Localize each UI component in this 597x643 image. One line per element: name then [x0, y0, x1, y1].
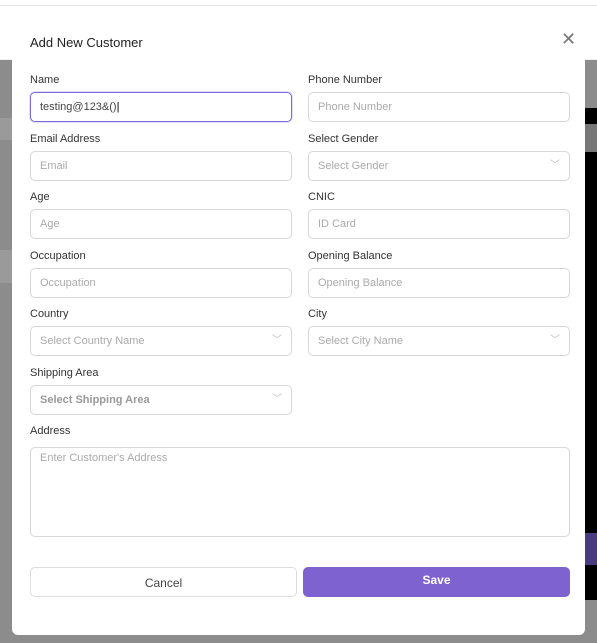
close-icon[interactable]: ✕ [561, 30, 576, 48]
email-label: Email Address [30, 133, 101, 145]
occupation-input[interactable]: Occupation [30, 268, 292, 298]
name-label: Name [30, 74, 60, 86]
name-value: testing@123&() [40, 101, 117, 113]
cnic-label: CNIC [308, 191, 335, 203]
age-field: Age Age [30, 191, 292, 239]
background-purple-block [585, 533, 597, 565]
background-strip [0, 250, 12, 283]
cnic-input[interactable]: ID Card [308, 209, 570, 239]
opening-balance-label: Opening Balance [308, 250, 393, 262]
chevron-down-icon: ﹀ [550, 160, 560, 171]
name-field: Name testing@123&()| [30, 74, 292, 122]
address-field: Address Enter Customer's Address [30, 425, 570, 537]
modal-title: Add New Customer [30, 35, 143, 50]
country-select[interactable]: Select Country Name ﹀ [30, 326, 292, 356]
background-strip [0, 118, 12, 140]
city-placeholder: Select City Name [318, 335, 403, 347]
country-label: Country [30, 308, 69, 320]
save-button[interactable]: Save [303, 567, 570, 597]
name-input[interactable]: testing@123&()| [30, 92, 292, 122]
add-customer-modal: Add New Customer ✕ Name testing@123&()| … [12, 17, 585, 635]
gender-placeholder: Select Gender [318, 160, 389, 172]
header-divider [0, 5, 597, 6]
email-input[interactable]: Email [30, 151, 292, 181]
background-dark-panel [585, 108, 597, 600]
opening-balance-input[interactable]: Opening Balance [308, 268, 570, 298]
cancel-button[interactable]: Cancel [30, 567, 297, 597]
shipping-area-placeholder: Select Shipping Area [40, 394, 150, 406]
cnic-field: CNIC ID Card [308, 191, 570, 239]
address-textarea[interactable]: Enter Customer's Address [30, 447, 570, 537]
country-field: Country Select Country Name ﹀ [30, 308, 292, 356]
country-placeholder: Select Country Name [40, 335, 145, 347]
occupation-field: Occupation Occupation [30, 250, 292, 298]
chevron-down-icon: ﹀ [272, 394, 282, 405]
gender-select[interactable]: Select Gender ﹀ [308, 151, 570, 181]
shipping-area-field: Shipping Area Select Shipping Area ﹀ [30, 367, 292, 415]
shipping-area-select[interactable]: Select Shipping Area ﹀ [30, 385, 292, 415]
opening-balance-field: Opening Balance Opening Balance [308, 250, 570, 298]
age-label: Age [30, 191, 50, 203]
chevron-down-icon: ﹀ [272, 335, 282, 346]
phone-input[interactable]: Phone Number [308, 92, 570, 122]
chevron-down-icon: ﹀ [550, 335, 560, 346]
city-select[interactable]: Select City Name ﹀ [308, 326, 570, 356]
city-field: City Select City Name ﹀ [308, 308, 570, 356]
phone-field: Phone Number Phone Number [308, 74, 570, 122]
shipping-area-label: Shipping Area [30, 367, 99, 379]
age-input[interactable]: Age [30, 209, 292, 239]
email-field: Email Address Email [30, 133, 292, 181]
address-label: Address [30, 425, 71, 437]
background-strip [585, 124, 597, 152]
gender-label: Select Gender [308, 133, 379, 145]
city-label: City [308, 308, 327, 320]
gender-field: Select Gender Select Gender ﹀ [308, 133, 570, 181]
phone-label: Phone Number [308, 74, 382, 86]
occupation-label: Occupation [30, 250, 86, 262]
